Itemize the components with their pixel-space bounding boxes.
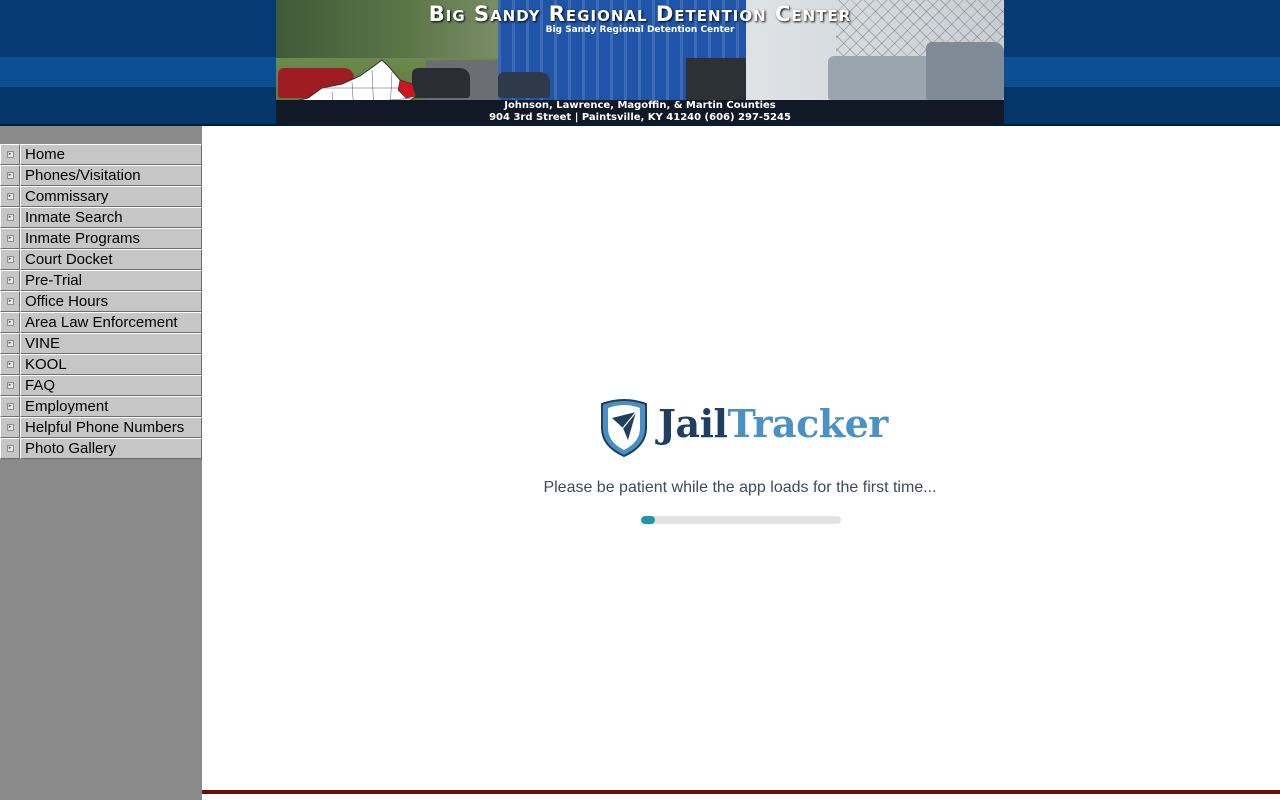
nav-bullet-icon: ▸: [0, 249, 20, 270]
banner-image: Big Sandy Regional Detention Center Big …: [276, 0, 1004, 124]
sidebar-item-label: Commissary: [20, 186, 202, 207]
sidebar-item-label: Court Docket: [20, 249, 202, 270]
sidebar-item-label: Home: [20, 144, 202, 165]
sidebar-item-label: Office Hours: [20, 291, 202, 312]
sidebar-item-inmate-search[interactable]: ▸ Inmate Search: [0, 207, 202, 228]
sidebar-item-photo-gallery[interactable]: ▸ Photo Gallery: [0, 438, 202, 459]
loading-progress-bar: [641, 516, 841, 524]
loading-message: Please be patient while the app loads fo…: [543, 479, 937, 496]
sidebar-nav: ▸ Home ▸ Phones/Visitation ▸ Commissary …: [0, 144, 202, 459]
sidebar-item-label: Pre-Trial: [20, 270, 202, 291]
nav-bullet-icon: ▸: [0, 354, 20, 375]
building-sign-text: Big Sandy Regional Detention Center: [545, 25, 735, 35]
sidebar-item-court-docket[interactable]: ▸ Court Docket: [0, 249, 202, 270]
sidebar-item-phones-visitation[interactable]: ▸ Phones/Visitation: [0, 165, 202, 186]
sidebar-item-employment[interactable]: ▸ Employment: [0, 396, 202, 417]
brand-name-part1: Jail: [658, 401, 728, 446]
sidebar-item-inmate-programs[interactable]: ▸ Inmate Programs: [0, 228, 202, 249]
sidebar-item-office-hours[interactable]: ▸ Office Hours: [0, 291, 202, 312]
sidebar-item-label: VINE: [20, 333, 202, 354]
nav-bullet-icon: ▸: [0, 207, 20, 228]
sidebar-item-label: Helpful Phone Numbers: [20, 417, 202, 438]
sidebar-item-pre-trial[interactable]: ▸ Pre-Trial: [0, 270, 202, 291]
sidebar-item-commissary[interactable]: ▸ Commissary: [0, 186, 202, 207]
site-header: Big Sandy Regional Detention Center Big …: [0, 0, 1280, 126]
nav-bullet-icon: ▸: [0, 333, 20, 354]
site-title: Big Sandy Regional Detention Center: [428, 2, 852, 26]
sidebar-item-label: Employment: [20, 396, 202, 417]
nav-bullet-icon: ▸: [0, 270, 20, 291]
nav-bullet-icon: ▸: [0, 165, 20, 186]
sidebar-item-label: Inmate Search: [20, 207, 202, 228]
nav-bullet-icon: ▸: [0, 228, 20, 249]
nav-bullet-icon: ▸: [0, 144, 20, 165]
nav-bullet-icon: ▸: [0, 186, 20, 207]
parked-car: [498, 72, 550, 98]
sidebar-item-label: Inmate Programs: [20, 228, 202, 249]
sidebar-item-label: Phones/Visitation: [20, 165, 202, 186]
nav-bullet-icon: ▸: [0, 291, 20, 312]
nav-bullet-icon: ▸: [0, 375, 20, 396]
app-loader-logo: JailTracker: [596, 398, 888, 460]
sidebar-item-area-law-enforcement[interactable]: ▸ Area Law Enforcement: [0, 312, 202, 333]
sidebar-item-vine[interactable]: ▸ VINE: [0, 333, 202, 354]
footer-divider: [202, 790, 1280, 794]
nav-bullet-icon: ▸: [0, 438, 20, 459]
sidebar-item-home[interactable]: ▸ Home: [0, 144, 202, 165]
counties-served: Johnson, Lawrence, Magoffin, & Martin Co…: [504, 100, 776, 111]
facility-address: 904 3rd Street | Paintsville, KY 41240 (…: [489, 112, 791, 123]
loading-progress-fill: [641, 516, 655, 524]
jailtracker-wordmark: JailTracker: [658, 400, 888, 448]
sidebar-item-helpful-phone-numbers[interactable]: ▸ Helpful Phone Numbers: [0, 417, 202, 438]
nav-bullet-icon: ▸: [0, 396, 20, 417]
parked-car: [926, 42, 1004, 100]
sidebar: ▸ Home ▸ Phones/Visitation ▸ Commissary …: [0, 126, 202, 800]
nav-bullet-icon: ▸: [0, 417, 20, 438]
sidebar-item-label: FAQ: [20, 375, 202, 396]
paper-plane-shield-icon: [601, 399, 647, 458]
sidebar-item-faq[interactable]: ▸ FAQ: [0, 375, 202, 396]
sidebar-item-label: KOOL: [20, 354, 202, 375]
sidebar-item-label: Area Law Enforcement: [20, 312, 202, 333]
sidebar-item-label: Photo Gallery: [20, 438, 202, 459]
sidebar-item-kool[interactable]: ▸ KOOL: [0, 354, 202, 375]
nav-bullet-icon: ▸: [0, 312, 20, 333]
brand-name-part2: Tracker: [727, 401, 888, 446]
